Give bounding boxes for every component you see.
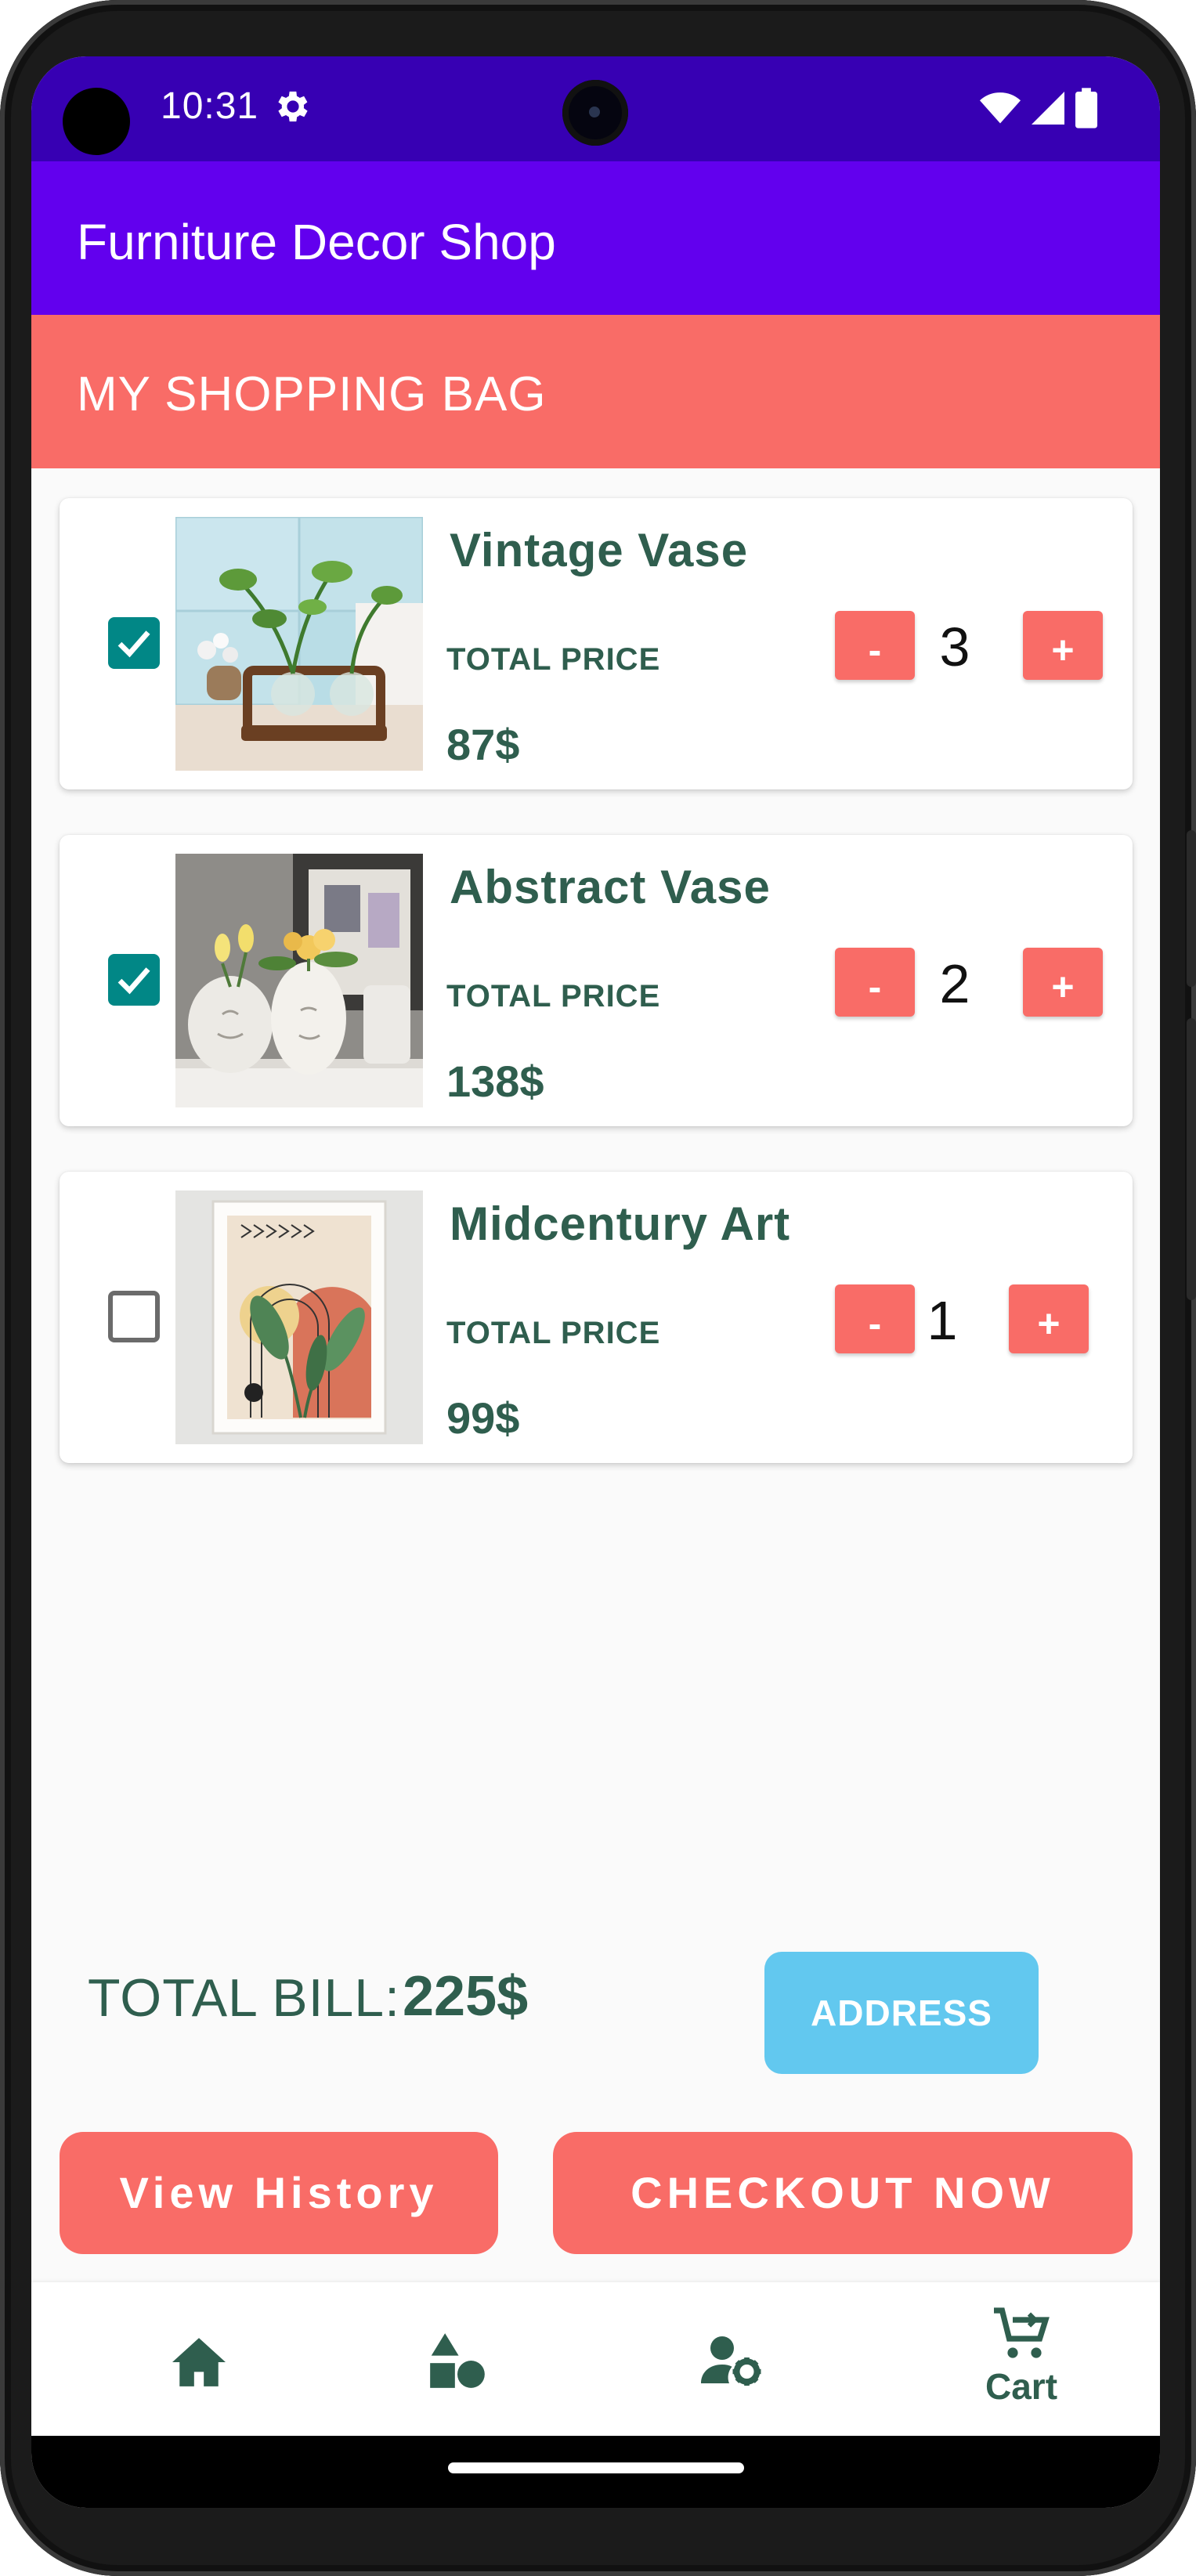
nav-item-account-settings[interactable]: [595, 2282, 877, 2436]
increase-quantity-button[interactable]: +: [1023, 948, 1103, 1017]
increase-quantity-button[interactable]: +: [1009, 1284, 1089, 1353]
power-button: [1187, 830, 1196, 987]
item-select-checkbox[interactable]: [108, 1291, 160, 1342]
account-settings-icon: [701, 2336, 761, 2386]
status-bar: 10:31: [31, 56, 1160, 161]
categories-icon: [430, 2333, 485, 2388]
address-button[interactable]: ADDRESS: [764, 1952, 1039, 2074]
section-title: MY SHOPPING BAG: [77, 367, 547, 421]
checkmark-icon: [117, 630, 150, 658]
front-sensor: [63, 88, 130, 155]
gesture-area: [31, 2436, 1160, 2508]
decrease-quantity-button[interactable]: -: [835, 1284, 915, 1353]
view-history-button[interactable]: View History: [60, 2132, 498, 2254]
product-price: 99$: [446, 1393, 520, 1443]
settings-status-icon: [278, 91, 308, 122]
app-bar: Furniture Decor Shop: [31, 161, 1160, 315]
increase-quantity-button[interactable]: +: [1023, 611, 1103, 680]
camera-punch-hole: [562, 80, 628, 146]
nav-label-cart: Cart: [985, 2366, 1058, 2407]
product-price: 138$: [446, 1057, 544, 1106]
cart-item-card: Midcentury Art TOTAL PRICE 99$ - 1 +: [60, 1172, 1133, 1463]
cart-icon: [994, 2307, 1050, 2358]
product-image: [175, 1190, 423, 1444]
shopping-bag-header: MY SHOPPING BAG: [31, 315, 1160, 468]
product-image: [175, 854, 423, 1107]
bottom-navigation: Cart: [31, 2282, 1160, 2436]
nav-item-categories[interactable]: [313, 2282, 595, 2436]
total-price-label: TOTAL PRICE: [446, 1316, 661, 1350]
product-name: Abstract Vase: [450, 861, 771, 913]
status-time: 10:31: [161, 85, 259, 127]
total-bill-value: 225$: [403, 1965, 529, 2028]
battery-icon: [1075, 88, 1097, 128]
decrease-quantity-button[interactable]: -: [835, 948, 915, 1017]
item-select-checkbox[interactable]: [108, 617, 160, 669]
quantity-value: 1: [927, 1290, 958, 1351]
total-price-label: TOTAL PRICE: [446, 642, 661, 677]
product-name: Vintage Vase: [450, 524, 749, 576]
item-select-checkbox[interactable]: [108, 954, 160, 1006]
app-title: Furniture Decor Shop: [77, 214, 556, 270]
quantity-value: 3: [939, 616, 970, 677]
checkmark-icon: [117, 967, 150, 995]
wifi-icon: [980, 92, 1021, 124]
volume-button: [1187, 1018, 1196, 1300]
checkout-now-button[interactable]: CHECKOUT NOW: [553, 2132, 1133, 2254]
product-image: [175, 517, 423, 771]
cart-item-card: Abstract Vase TOTAL PRICE 138$ - 2 +: [60, 835, 1133, 1126]
product-price: 87$: [446, 720, 520, 769]
cellular-signal-icon: [1032, 92, 1064, 125]
home-gesture-bar[interactable]: [448, 2462, 744, 2473]
decrease-quantity-button[interactable]: -: [835, 611, 915, 680]
app-screen: 10:31 Furniture Decor Shop MY SHOPPING B…: [31, 56, 1160, 2508]
home-icon: [172, 2338, 226, 2386]
total-price-label: TOTAL PRICE: [446, 979, 661, 1013]
cart-item-card: Vintage Vase TOTAL PRICE 87$ - 3 +: [60, 498, 1133, 789]
nav-item-home[interactable]: [31, 2282, 313, 2436]
nav-item-cart[interactable]: Cart: [877, 2282, 1160, 2436]
total-bill-label: TOTAL BILL:: [88, 1968, 401, 2028]
quantity-value: 2: [939, 953, 970, 1014]
product-name: Midcentury Art: [450, 1198, 791, 1250]
status-icons: [980, 86, 1097, 130]
